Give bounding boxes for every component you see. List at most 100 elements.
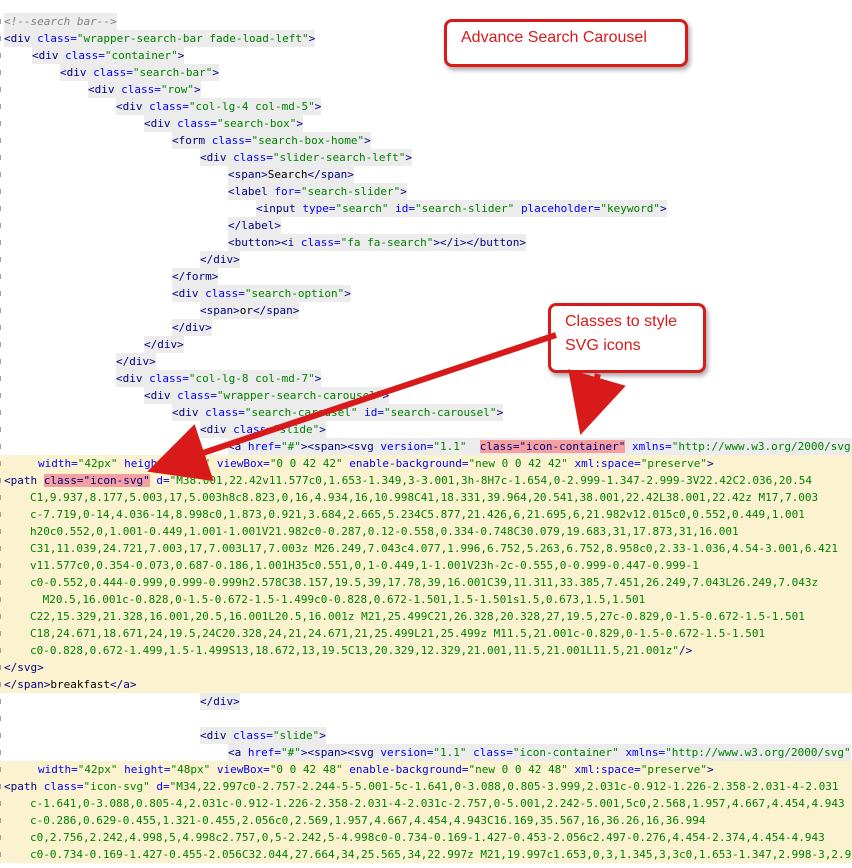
code-token: xmlns= (625, 440, 672, 453)
code-line: <div class="col-lg-8 col-md-7"> (0, 370, 852, 387)
code-token: xml:space= (574, 457, 641, 470)
code-line: <div class="slide"> (0, 727, 852, 744)
code-token: <div (144, 117, 178, 130)
fold-gutter-mark (0, 285, 4, 302)
fold-gutter-mark (0, 183, 4, 200)
code-token: <div (200, 729, 234, 742)
fold-gutter-mark (0, 489, 4, 506)
code-line: <div class="search-bar"> (0, 64, 852, 81)
callout-note-line1: Classes to style (565, 313, 678, 330)
fold-gutter-mark (0, 574, 4, 591)
code-token: height= (124, 457, 171, 470)
code-token: "slider-search-left" (272, 151, 406, 164)
code-line: <div class="search-box"> (0, 115, 852, 132)
code-token: "42px" (170, 457, 217, 470)
code-token: "M34,22.997c0-2.757-2.244-5-5.001-5c-1.6… (169, 780, 839, 793)
code-token: or (239, 304, 253, 317)
code-token: "keyword" (600, 202, 661, 215)
code-text: </div> (116, 353, 156, 370)
code-token: xml:space= (574, 763, 641, 776)
code-text: </div> (144, 336, 184, 353)
fold-gutter-mark (0, 251, 4, 268)
code-token: c-1.641,0-3.088,0.805-4,2.031c-0.912-1.2… (30, 797, 845, 810)
code-text: <div class="search-box"> (144, 115, 303, 132)
code-token: class= (177, 389, 217, 402)
code-line: c-0.286,0.629-0.455,1.321-0.455,2.056c0,… (0, 812, 852, 829)
code-token: "48px" (170, 763, 217, 776)
code-line: <div class="container"> (0, 47, 852, 64)
code-text: c0,2.756,2.242,4.998,5,4.998c2.757,0,5-2… (30, 829, 825, 846)
code-token: "col-lg-4 col-md-5" (188, 100, 315, 113)
code-token: xmlns= (625, 746, 666, 759)
code-token: <div (116, 100, 150, 113)
fold-gutter-mark (0, 608, 4, 625)
code-line: <div class="slide"> (0, 421, 852, 438)
fold-gutter-mark (0, 642, 4, 659)
code-line: c0-0.734-0.169-1.427-0.455-2.056C32.044,… (0, 846, 852, 863)
code-token: "search-bar" (132, 66, 213, 79)
code-token: > (314, 100, 322, 113)
code-token: "search-carousel" (244, 406, 365, 419)
code-token: c0-0.828,0.672-1.499,1.5-1.499S13,18.672… (30, 644, 680, 657)
code-text: </svg> (4, 659, 44, 676)
code-token: class= (121, 83, 161, 96)
code-token: "slide" (272, 423, 320, 436)
code-token: > (314, 372, 322, 385)
code-token: </label> (228, 219, 281, 232)
code-text: <div class="search-option"> (172, 285, 351, 302)
code-text: </label> (228, 217, 281, 234)
fold-gutter-mark (0, 200, 4, 217)
code-token: "search-box" (216, 117, 297, 130)
code-line: <div class="wrapper-search-bar fade-load… (0, 30, 852, 47)
code-token: <div (200, 423, 234, 436)
code-text: <button><i class="fa fa-search"></i></bu… (228, 234, 527, 251)
fold-gutter-mark (0, 693, 4, 710)
code-token: "42px" (77, 457, 125, 470)
code-token: > (496, 406, 504, 419)
code-token: "fa fa-search" (340, 236, 434, 249)
code-token: "search-slider" (300, 185, 401, 198)
code-token: <span> (200, 304, 240, 317)
fold-gutter-mark (0, 727, 4, 744)
code-token: > (319, 729, 326, 742)
code-token: M20.5,16.001c-0.828,0-1.5-0.672-1.5-1.49… (36, 593, 646, 606)
code-token: "search-box-home" (251, 134, 365, 147)
code-token: c0-0.552,0.444-0.999,0.999-0.999h2.578C3… (30, 576, 819, 589)
code-token: <path (4, 780, 44, 793)
code-line: width="42px" height="48px" viewBox="0 0 … (0, 761, 852, 778)
code-line: c0,2.756,2.242,4.998,5,4.998c2.757,0,5-2… (0, 829, 852, 846)
code-token: type= (302, 202, 336, 215)
code-text: c-0.286,0.629-0.455,1.321-0.455,2.056c0,… (30, 812, 706, 829)
code-token: class= (233, 729, 273, 742)
code-token: "new 0 0 42 42" (468, 457, 575, 470)
code-token: > (308, 32, 316, 45)
code-text: <div class="row"> (88, 81, 201, 98)
code-token: > (405, 151, 412, 164)
fold-gutter-mark (0, 268, 4, 285)
code-text: </div> (172, 319, 212, 336)
fold-gutter-mark (0, 455, 4, 472)
code-line: <input type="search" id="search-slider" … (0, 200, 852, 217)
code-token: "search" (335, 202, 396, 215)
fold-gutter-mark (0, 132, 4, 149)
code-token: d= (156, 780, 170, 793)
code-token: class= (473, 746, 513, 759)
fold-gutter-mark (0, 795, 4, 812)
code-token: class= (177, 117, 217, 130)
code-text: c-1.641,0-3.088,0.805-4,2.031c-0.912-1.2… (30, 795, 845, 812)
code-text: width="42px" height="42px" viewBox="0 0 … (38, 455, 714, 472)
code-token: h20c0.552,0,1.001-0.449,1.001-1.001V21.9… (30, 525, 739, 538)
code-token: c0-0.734-0.169-1.427-0.455-2.056C32.044,… (30, 848, 852, 861)
code-line: h20c0.552,0,1.001-0.449,1.001-1.001V21.9… (0, 523, 852, 540)
code-token: /> (679, 644, 693, 657)
code-text: <div class="slider-search-left"> (200, 149, 412, 166)
code-text: v11.577c0,0.354-0.073,0.687-0.186,1.001H… (30, 557, 699, 574)
code-text: C1,9.937,8.177,5.003,17,5.003h8c8.823,0,… (30, 489, 818, 506)
fold-gutter-mark (0, 115, 4, 132)
code-token: C22,15.329,21.328,16.001,20.5,16.001L20.… (30, 610, 805, 623)
code-line: </form> (0, 268, 852, 285)
fold-gutter-mark (0, 404, 4, 421)
code-token: class= (211, 134, 252, 147)
code-token: for= (274, 185, 301, 198)
code-token: version= (380, 440, 434, 453)
